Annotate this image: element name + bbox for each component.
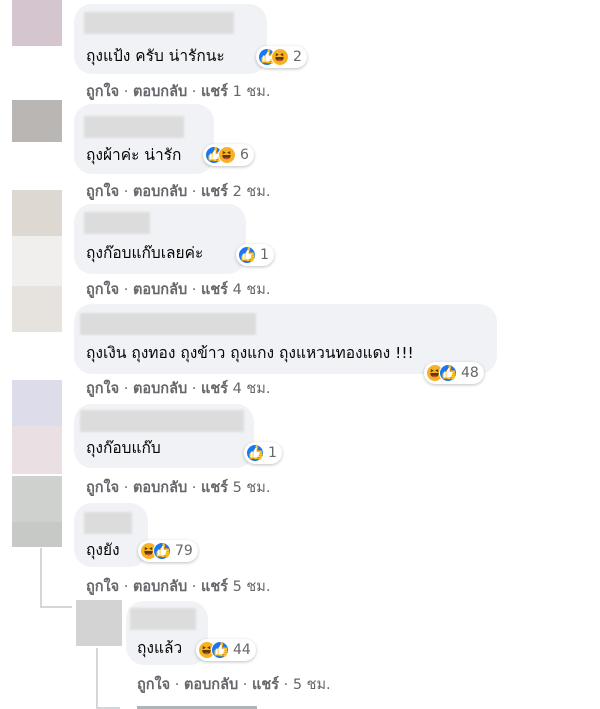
reaction-count: 44 [233,642,251,658]
share-link[interactable]: แชร์ [201,480,228,496]
thread-line [40,606,72,608]
author-name[interactable] [130,608,196,630]
like-icon [211,641,229,659]
like-icon [246,444,264,462]
avatar-bg [12,236,62,286]
reaction-count: 2 [293,49,302,65]
avatar[interactable] [12,286,62,332]
share-link[interactable]: แชร์ [201,84,228,100]
avatar-bg [12,426,62,474]
author-name[interactable] [84,12,234,34]
reaction-count: 48 [461,365,479,381]
comment-actions: ถูกใจ · ตอบกลับ · แชร์ 5 ชม. [86,579,271,595]
like-link[interactable]: ถูกใจ [86,381,119,397]
author-name[interactable] [84,116,184,138]
avatar[interactable] [76,600,122,646]
reply-link[interactable]: ตอบกลับ [133,282,187,298]
author-name[interactable] [80,410,244,432]
like-link[interactable]: ถูกใจ [86,282,119,298]
comment-text: ถุงเงิน ถุงทอง ถุงข้าว ถุงแกง ถุงแหวนทอง… [86,344,414,362]
like-icon [153,542,171,560]
reaction-count: 6 [240,147,249,163]
reaction-count: 79 [175,543,193,559]
avatar-bg [12,522,62,547]
haha-icon [271,48,289,66]
avatar[interactable] [12,476,62,522]
timestamp[interactable]: 1 ชม. [233,84,271,100]
comment-text: ถุงก๊อบแก๊บเลยค่ะ [86,244,204,262]
comment-text: ถุงก๊อบแก๊บ [86,439,161,457]
avatar[interactable] [12,100,62,142]
share-link[interactable]: แชร์ [201,184,228,200]
reaction-badge[interactable]: 48 [424,362,484,384]
comment-actions: ถูกใจ · ตอบกลับ · แชร์ 5 ชม. [86,480,271,496]
timestamp[interactable]: 2 ชม. [233,184,271,200]
like-link[interactable]: ถูกใจ [86,184,119,200]
timestamp[interactable]: 5 ชม. [233,480,271,496]
timestamp[interactable]: 4 ชม. [233,282,271,298]
like-icon [439,364,457,382]
comment-text: ถุงยัง [86,541,120,559]
like-link[interactable]: ถูกใจ [86,579,119,595]
author-name[interactable] [80,313,256,335]
like-link[interactable]: ถูกใจ [137,677,170,693]
timestamp[interactable]: 5 ชม. [293,677,331,693]
reaction-badge[interactable]: 1 [244,442,282,464]
reaction-badge[interactable]: 44 [196,639,256,661]
comment-actions: ถูกใจ · ตอบกลับ · แชร์ 4 ชม. [86,282,271,298]
reaction-badge[interactable]: 1 [236,244,274,266]
comment-text: ถุงแล้ว [137,639,183,657]
share-link[interactable]: แชร์ [201,381,228,397]
comment-text: ถุงผ้าค่ะ น่ารัก [86,146,182,164]
timestamp[interactable]: 5 ชม. [233,579,271,595]
reaction-badge[interactable]: 6 [203,144,254,166]
like-icon [238,246,256,264]
avatar[interactable] [12,0,62,46]
author-name[interactable] [84,512,132,534]
cut-off-content [137,702,277,709]
comment-text: ถุงแป้ง ครับ น่ารักนะ [86,47,225,65]
share-link[interactable]: แชร์ [201,579,228,595]
reaction-badge[interactable]: 79 [138,540,198,562]
comment-actions: ถูกใจ · ตอบกลับ · แชร์ 2 ชม. [86,184,271,200]
like-link[interactable]: ถูกใจ [86,480,119,496]
thread-line [40,548,42,608]
reply-link[interactable]: ตอบกลับ [133,184,187,200]
avatar[interactable] [12,190,62,236]
share-link[interactable]: แชร์ [201,282,228,298]
comment-actions: ถูกใจ · ตอบกลับ · แชร์ 4 ชม. [86,381,271,397]
like-link[interactable]: ถูกใจ [86,84,119,100]
reply-link[interactable]: ตอบกลับ [133,84,187,100]
timestamp[interactable]: 4 ชม. [233,381,271,397]
reply-link[interactable]: ตอบกลับ [133,381,187,397]
reply-link[interactable]: ตอบกลับ [184,677,238,693]
haha-icon [218,146,236,164]
reply-link[interactable]: ตอบกลับ [133,480,187,496]
reaction-count: 1 [268,445,277,461]
reply-link[interactable]: ตอบกลับ [133,579,187,595]
thread-line [96,648,98,709]
share-link[interactable]: แชร์ [252,677,279,693]
comment-actions: ถูกใจ · ตอบกลับ · แชร์ 1 ชม. [86,84,271,100]
avatar[interactable] [12,380,62,426]
comment-actions: ถูกใจ · ตอบกลับ · แชร์ · 5 ชม. [137,677,331,693]
author-name[interactable] [84,212,150,234]
reaction-count: 1 [260,247,269,263]
reaction-badge[interactable]: 2 [256,46,307,68]
